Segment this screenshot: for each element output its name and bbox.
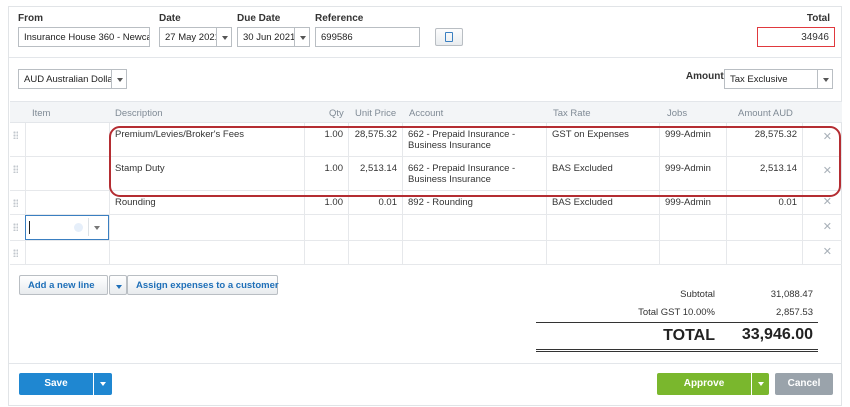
close-icon[interactable]: ✕ bbox=[823, 247, 832, 258]
item-cell[interactable] bbox=[25, 123, 109, 156]
item-input[interactable] bbox=[25, 215, 109, 240]
drag-handle-icon[interactable] bbox=[13, 249, 18, 257]
grand-total-label: TOTAL bbox=[663, 327, 715, 344]
currency-dropdown[interactable] bbox=[111, 69, 127, 89]
assign-expenses-button[interactable]: Assign expenses to a customer bbox=[127, 275, 279, 295]
close-icon[interactable]: ✕ bbox=[823, 197, 832, 208]
account-cell[interactable] bbox=[402, 215, 546, 240]
from-input[interactable]: Insurance House 360 - Newcastle bbox=[18, 27, 150, 47]
gst-value: 2,857.53 bbox=[776, 307, 813, 318]
delete-cell: ✕ bbox=[802, 241, 842, 264]
divider bbox=[88, 218, 89, 236]
add-new-line-button[interactable]: Add a new line bbox=[19, 275, 108, 295]
description-cell[interactable] bbox=[109, 241, 304, 264]
reference-input[interactable]: 699586 bbox=[315, 27, 420, 47]
col-jobs: Jobs bbox=[667, 108, 688, 119]
divider bbox=[9, 57, 841, 58]
divider bbox=[536, 322, 818, 323]
subtotal-value: 31,088.47 bbox=[770, 289, 813, 300]
due-date-input[interactable]: 30 Jun 2021 bbox=[237, 27, 295, 47]
copy-button[interactable] bbox=[435, 28, 463, 46]
bill-form: From Date Due Date Reference Total Insur… bbox=[8, 6, 842, 406]
line-items-header: Item Description Qty Unit Price Account … bbox=[10, 101, 842, 123]
chevron-down-icon[interactable] bbox=[94, 226, 100, 230]
table-row[interactable]: ✕ bbox=[10, 241, 842, 265]
tax-rate-cell[interactable] bbox=[546, 241, 659, 264]
gst-label: Total GST 10.00% bbox=[638, 307, 715, 318]
amount-cell[interactable] bbox=[726, 241, 802, 264]
col-unit-price: Unit Price bbox=[355, 108, 397, 119]
approve-button[interactable]: Approve bbox=[657, 373, 751, 395]
double-underline bbox=[536, 349, 818, 352]
copy-icon bbox=[445, 32, 453, 42]
drag-handle-icon[interactable] bbox=[13, 223, 18, 231]
description-cell[interactable] bbox=[109, 215, 304, 240]
drag-handle-icon[interactable] bbox=[13, 165, 18, 173]
approve-dropdown[interactable] bbox=[752, 373, 769, 395]
qty-cell[interactable] bbox=[304, 215, 348, 240]
subtotal-label: Subtotal bbox=[680, 289, 715, 300]
currency-select[interactable]: AUD Australian Dollar bbox=[18, 69, 112, 89]
save-dropdown[interactable] bbox=[94, 373, 112, 395]
unit-price-cell[interactable] bbox=[348, 215, 402, 240]
amount-cell[interactable] bbox=[726, 215, 802, 240]
reference-label: Reference bbox=[315, 13, 364, 24]
total-input[interactable]: 34946 bbox=[757, 27, 835, 47]
item-cell[interactable] bbox=[25, 241, 109, 264]
unit-price-cell[interactable] bbox=[348, 241, 402, 264]
divider bbox=[9, 363, 841, 364]
highlight-annotation bbox=[109, 126, 841, 197]
text-cursor bbox=[29, 221, 30, 234]
col-item: Item bbox=[32, 108, 51, 119]
col-amount: Amount AUD bbox=[738, 108, 793, 119]
jobs-cell[interactable] bbox=[659, 215, 726, 240]
col-qty: Qty bbox=[329, 108, 344, 119]
spinner-icon bbox=[74, 223, 83, 232]
chevron-down-icon bbox=[116, 285, 122, 289]
amounts-are-select[interactable]: Tax Exclusive bbox=[724, 69, 819, 89]
save-button[interactable]: Save bbox=[19, 373, 93, 395]
col-account: Account bbox=[409, 108, 444, 119]
date-input[interactable]: 27 May 2021 bbox=[159, 27, 217, 47]
cancel-button[interactable]: Cancel bbox=[775, 373, 833, 395]
table-row[interactable]: ✕ bbox=[10, 215, 842, 241]
due-date-label: Due Date bbox=[237, 13, 281, 24]
chevron-down-icon bbox=[100, 382, 106, 386]
close-icon[interactable]: ✕ bbox=[823, 222, 832, 233]
add-line-dropdown[interactable] bbox=[109, 275, 127, 295]
chevron-down-icon bbox=[758, 382, 764, 386]
drag-handle-icon[interactable] bbox=[13, 131, 18, 139]
delete-cell: ✕ bbox=[802, 215, 842, 240]
total-label: Total bbox=[806, 13, 830, 24]
col-tax-rate: Tax Rate bbox=[553, 108, 591, 119]
due-date-dropdown[interactable] bbox=[294, 27, 310, 47]
grand-total-value: 33,946.00 bbox=[741, 326, 813, 343]
col-description: Description bbox=[115, 108, 163, 119]
qty-cell[interactable] bbox=[304, 241, 348, 264]
date-dropdown[interactable] bbox=[216, 27, 232, 47]
drag-handle-icon[interactable] bbox=[13, 199, 18, 207]
amounts-are-dropdown[interactable] bbox=[817, 69, 833, 89]
jobs-cell[interactable] bbox=[659, 241, 726, 264]
item-cell[interactable] bbox=[25, 157, 109, 190]
from-label: From bbox=[18, 13, 43, 24]
item-cell[interactable] bbox=[25, 191, 109, 214]
account-cell[interactable] bbox=[402, 241, 546, 264]
date-label: Date bbox=[159, 13, 181, 24]
tax-rate-cell[interactable] bbox=[546, 215, 659, 240]
